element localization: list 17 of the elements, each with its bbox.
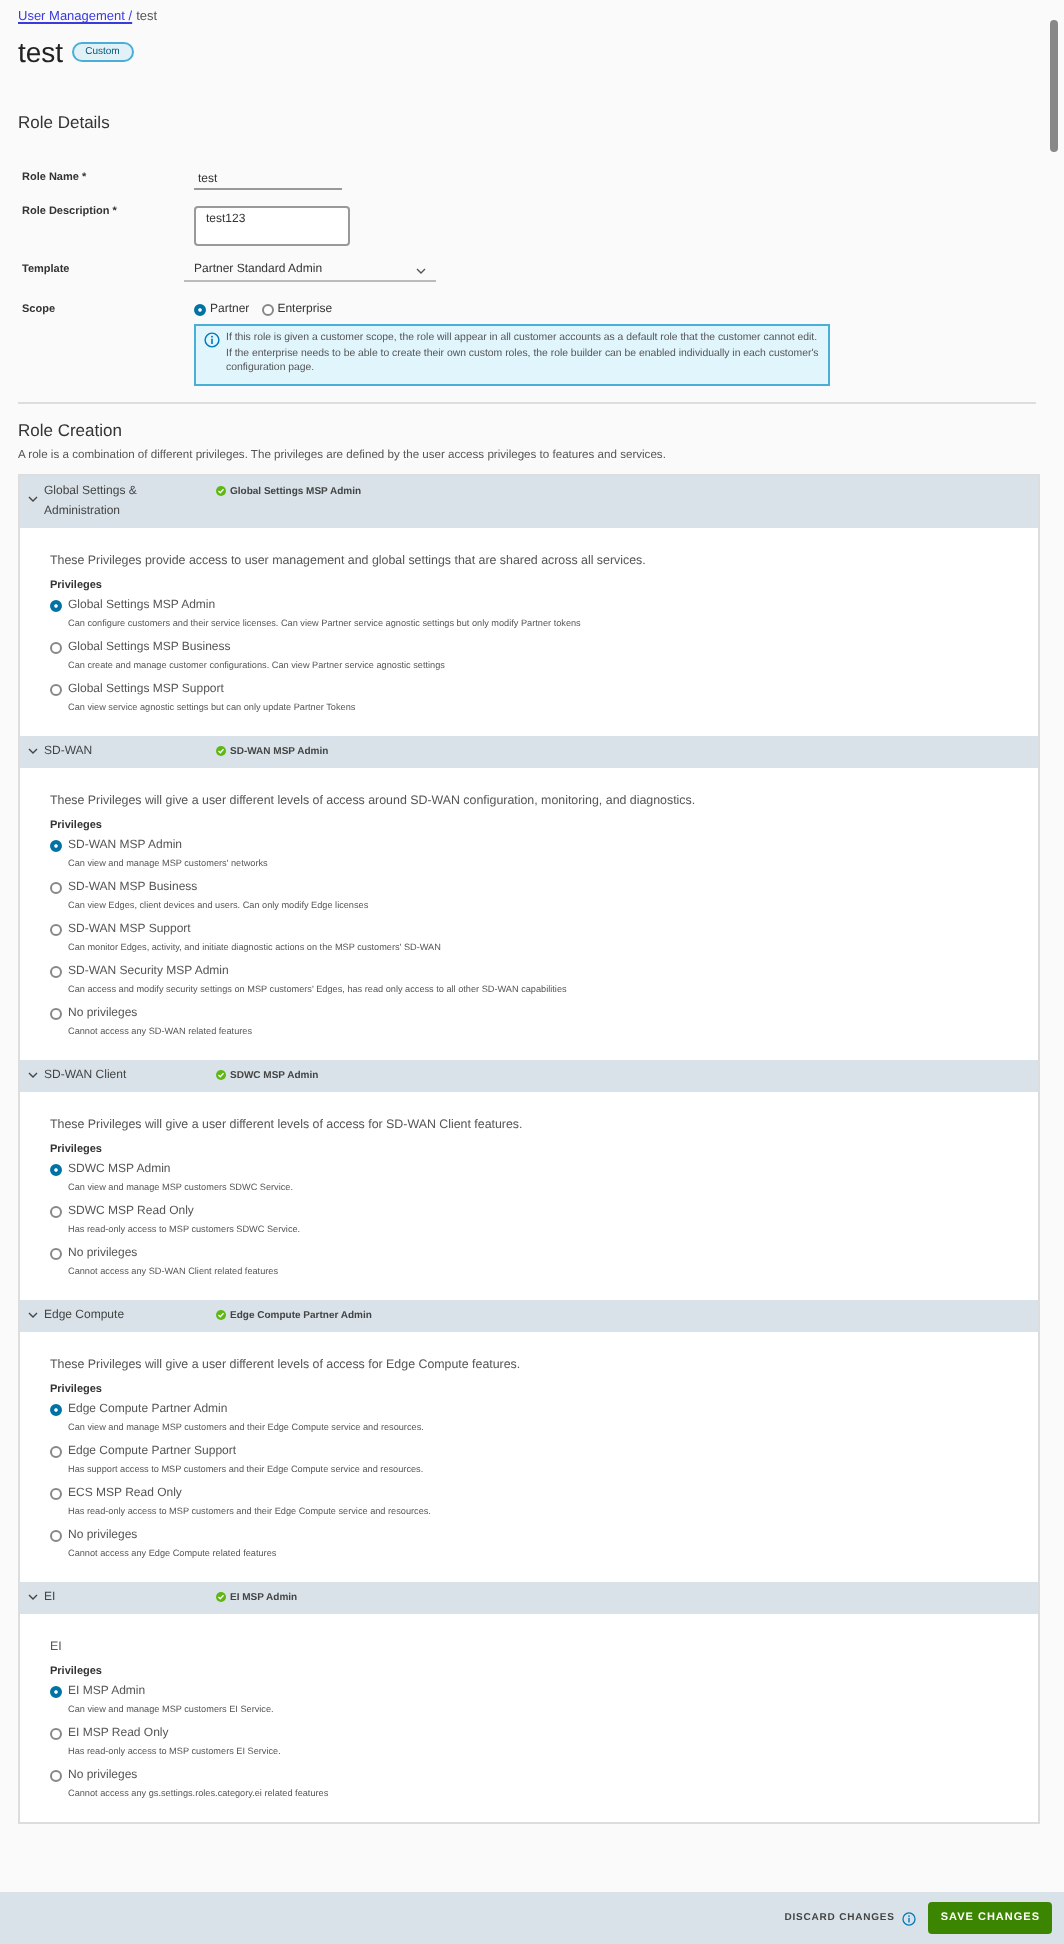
page-title: test (18, 36, 64, 68)
section-heading: Role Creation (18, 419, 124, 440)
check-circle-icon (216, 1070, 226, 1081)
chevron-down-icon[interactable] (28, 1592, 38, 1603)
chevron-down-icon[interactable] (28, 1070, 38, 1081)
check-circle-icon (216, 1592, 226, 1603)
section-heading: Role Details (18, 112, 112, 132)
chevron-down-icon[interactable] (28, 1310, 38, 1321)
info-icon (902, 1911, 917, 1925)
check-circle-icon (216, 746, 226, 757)
check-circle-icon (216, 1310, 226, 1321)
info-icon (204, 332, 220, 348)
chevron-down-icon[interactable] (28, 493, 38, 504)
chevron-down-icon (416, 265, 426, 275)
check-circle-icon (216, 486, 226, 497)
scrollbar[interactable] (1050, 20, 1058, 152)
chevron-down-icon[interactable] (28, 746, 38, 757)
